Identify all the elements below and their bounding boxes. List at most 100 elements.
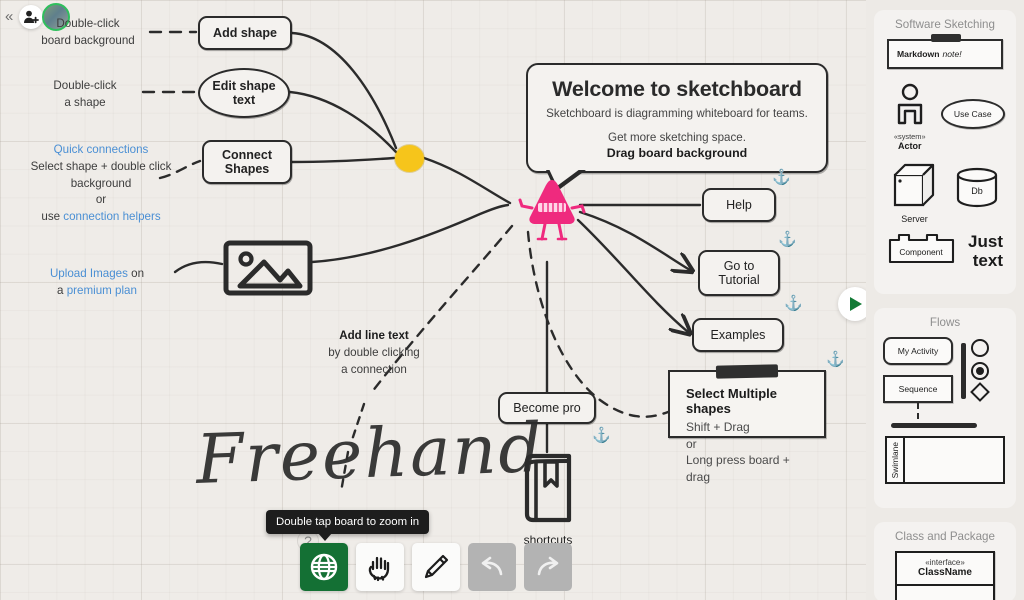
stencil-lifeline[interactable] [917,403,919,419]
stencil-swimlane[interactable]: Swimlane [885,436,1005,484]
note-tape-icon [715,364,779,379]
stencil-circle-dot[interactable] [971,362,989,380]
annotation-line: a connection [341,362,407,376]
class-stereotype: «interface» [925,558,965,567]
stencil-circle[interactable] [971,339,989,357]
stencil-server[interactable]: Server [887,161,942,224]
node-add-shape[interactable]: Add shape [198,16,292,50]
board-canvas[interactable]: « Double-click board background Double-c… [0,0,866,600]
welcome-subtitle: Sketchboard is diagramming whiteboard fo… [546,107,808,120]
anchor-icon[interactable]: ⚓ [592,428,611,443]
welcome-bubble[interactable]: Welcome to sketchboard Sketchboard is di… [526,63,828,192]
swimlane-label: Swimlane [890,441,900,479]
db-label: Db [972,186,984,196]
stencil-just-text[interactable]: Just text [968,233,1003,270]
premium-plan-link[interactable]: premium plan [67,284,137,297]
tooltip-text: Double tap board to zoom in [276,516,420,528]
quick-connections-link[interactable]: Quick connections [8,142,194,159]
collapse-sidebar-icon[interactable]: « [5,8,13,25]
play-triangle-icon [850,297,862,311]
connection-helpers-link[interactable]: connection helpers [63,210,160,223]
annotation-double-click-shape: Double-click a shape [24,78,146,112]
component-icon: Component [888,233,955,264]
stencil-group-title: Software Sketching [895,18,995,31]
freehand-text: Freehand [194,408,546,501]
annotation-heading: Add line text [339,329,409,342]
sketchboard-app: « Double-click board background Double-c… [0,0,1024,600]
annotation-line: Double-click [56,17,120,30]
stencil-component[interactable]: Component [887,232,959,271]
toolbar-button-pan-zoom[interactable] [300,543,348,591]
annotation-suffix: on [127,267,145,280]
stencil-group-software-sketching: Software Sketching Markdown note! «syste… [874,10,1016,294]
anchor-icon[interactable]: ⚓ [784,296,803,311]
anchor-icon[interactable]: ⚓ [772,170,791,185]
stencil-actor[interactable]: «system» Actor [885,83,935,151]
stencil-group-flows: Flows My Activity Sequence Swimlane [874,308,1016,508]
annotation-prefix: a [57,283,67,297]
node-help[interactable]: Help [702,188,776,222]
node-examples[interactable]: Examples [692,318,784,352]
component-label: Component [899,247,943,257]
note-line: Long press board + drag [686,453,790,484]
node-connect-shapes[interactable]: Connect Shapes [202,140,292,184]
annotation-line-mixed: use connection helpers [8,209,194,226]
toolbar-button-undo[interactable] [468,543,516,591]
annotation-line: Double-click [53,79,117,92]
welcome-hint-bold: Drag board background [606,146,748,160]
note-line: Shift + Drag [686,420,750,434]
stencil-use-case[interactable]: Use Case [940,99,1005,129]
hub-node[interactable] [395,145,424,172]
annotation-line-mixed: a premium plan [22,283,172,300]
stencil-sequence[interactable]: Sequence [883,375,953,403]
annotation-double-click-board: Double-click board background [30,16,146,50]
annotation-line-mixed: Upload Images on [22,266,172,283]
undo-arrow-icon [481,556,503,576]
stencil-my-activity[interactable]: My Activity [883,337,953,365]
toolbar-button-redo[interactable] [524,543,572,591]
image-icon[interactable] [222,238,314,298]
toolbar-button-hand-tool[interactable] [356,543,404,591]
note-line: or [686,436,697,451]
anchor-icon[interactable]: ⚓ [778,232,797,247]
annotation-prefix: use [41,210,64,224]
hand-icon [368,556,390,582]
annotation-line: background [70,176,132,190]
stencil-markdown-note[interactable]: Markdown note! [887,34,1003,69]
note-select-multiple-shapes[interactable]: Select Multiple shapes Shift + Drag or L… [668,364,826,484]
inner-dot [976,367,984,375]
annotation-line: board background [41,33,135,47]
stencil-bar-horizontal[interactable] [891,423,977,428]
annotation-upload-images: Upload Images on a premium plan [22,266,172,300]
node-edit-shape-text[interactable]: Edit shape text [198,68,290,118]
note-tape-icon [931,34,961,42]
welcome-hint: Get more sketching space. [608,131,746,144]
stencil-group-title: Class and Package [895,530,995,543]
stencil-panel[interactable]: Software Sketching Markdown note! «syste… [866,0,1024,600]
database-cylinder-icon: Db [957,167,998,208]
annotation-quick-connections: Quick connections Select shape + double … [8,142,194,226]
stencil-class[interactable]: «interface» ClassName [895,551,995,600]
annotation-add-line-text: Add line text by double clicking a conne… [300,328,448,378]
note-heading: Select Multiple shapes [686,386,778,416]
actor-icon [897,83,922,125]
annotation-line: by double clicking [328,345,420,359]
node-go-to-tutorial[interactable]: Go to Tutorial [698,250,780,296]
redo-arrow-icon [537,556,559,576]
stencil-db[interactable]: Db [952,167,1003,214]
welcome-title: Welcome to sketchboard [552,77,802,101]
upload-images-link[interactable]: Upload Images [50,267,128,280]
class-name: ClassName [918,567,972,578]
toolbar-button-pencil-tool[interactable] [412,543,460,591]
globe-icon [310,553,338,581]
stencil-label-bold: Markdown [897,49,940,59]
sketchboard-mascot[interactable] [508,176,596,242]
bottom-toolbar [300,543,572,591]
stencil-bar-vertical[interactable] [961,343,966,399]
stencil-diamond[interactable] [970,382,990,402]
stencil-label: Actor [897,141,922,151]
anchor-icon[interactable]: ⚓ [826,352,845,367]
stencil-stereotype: «system» [893,132,926,141]
pencil-icon [424,554,449,579]
tooltip-arrow [318,533,332,541]
